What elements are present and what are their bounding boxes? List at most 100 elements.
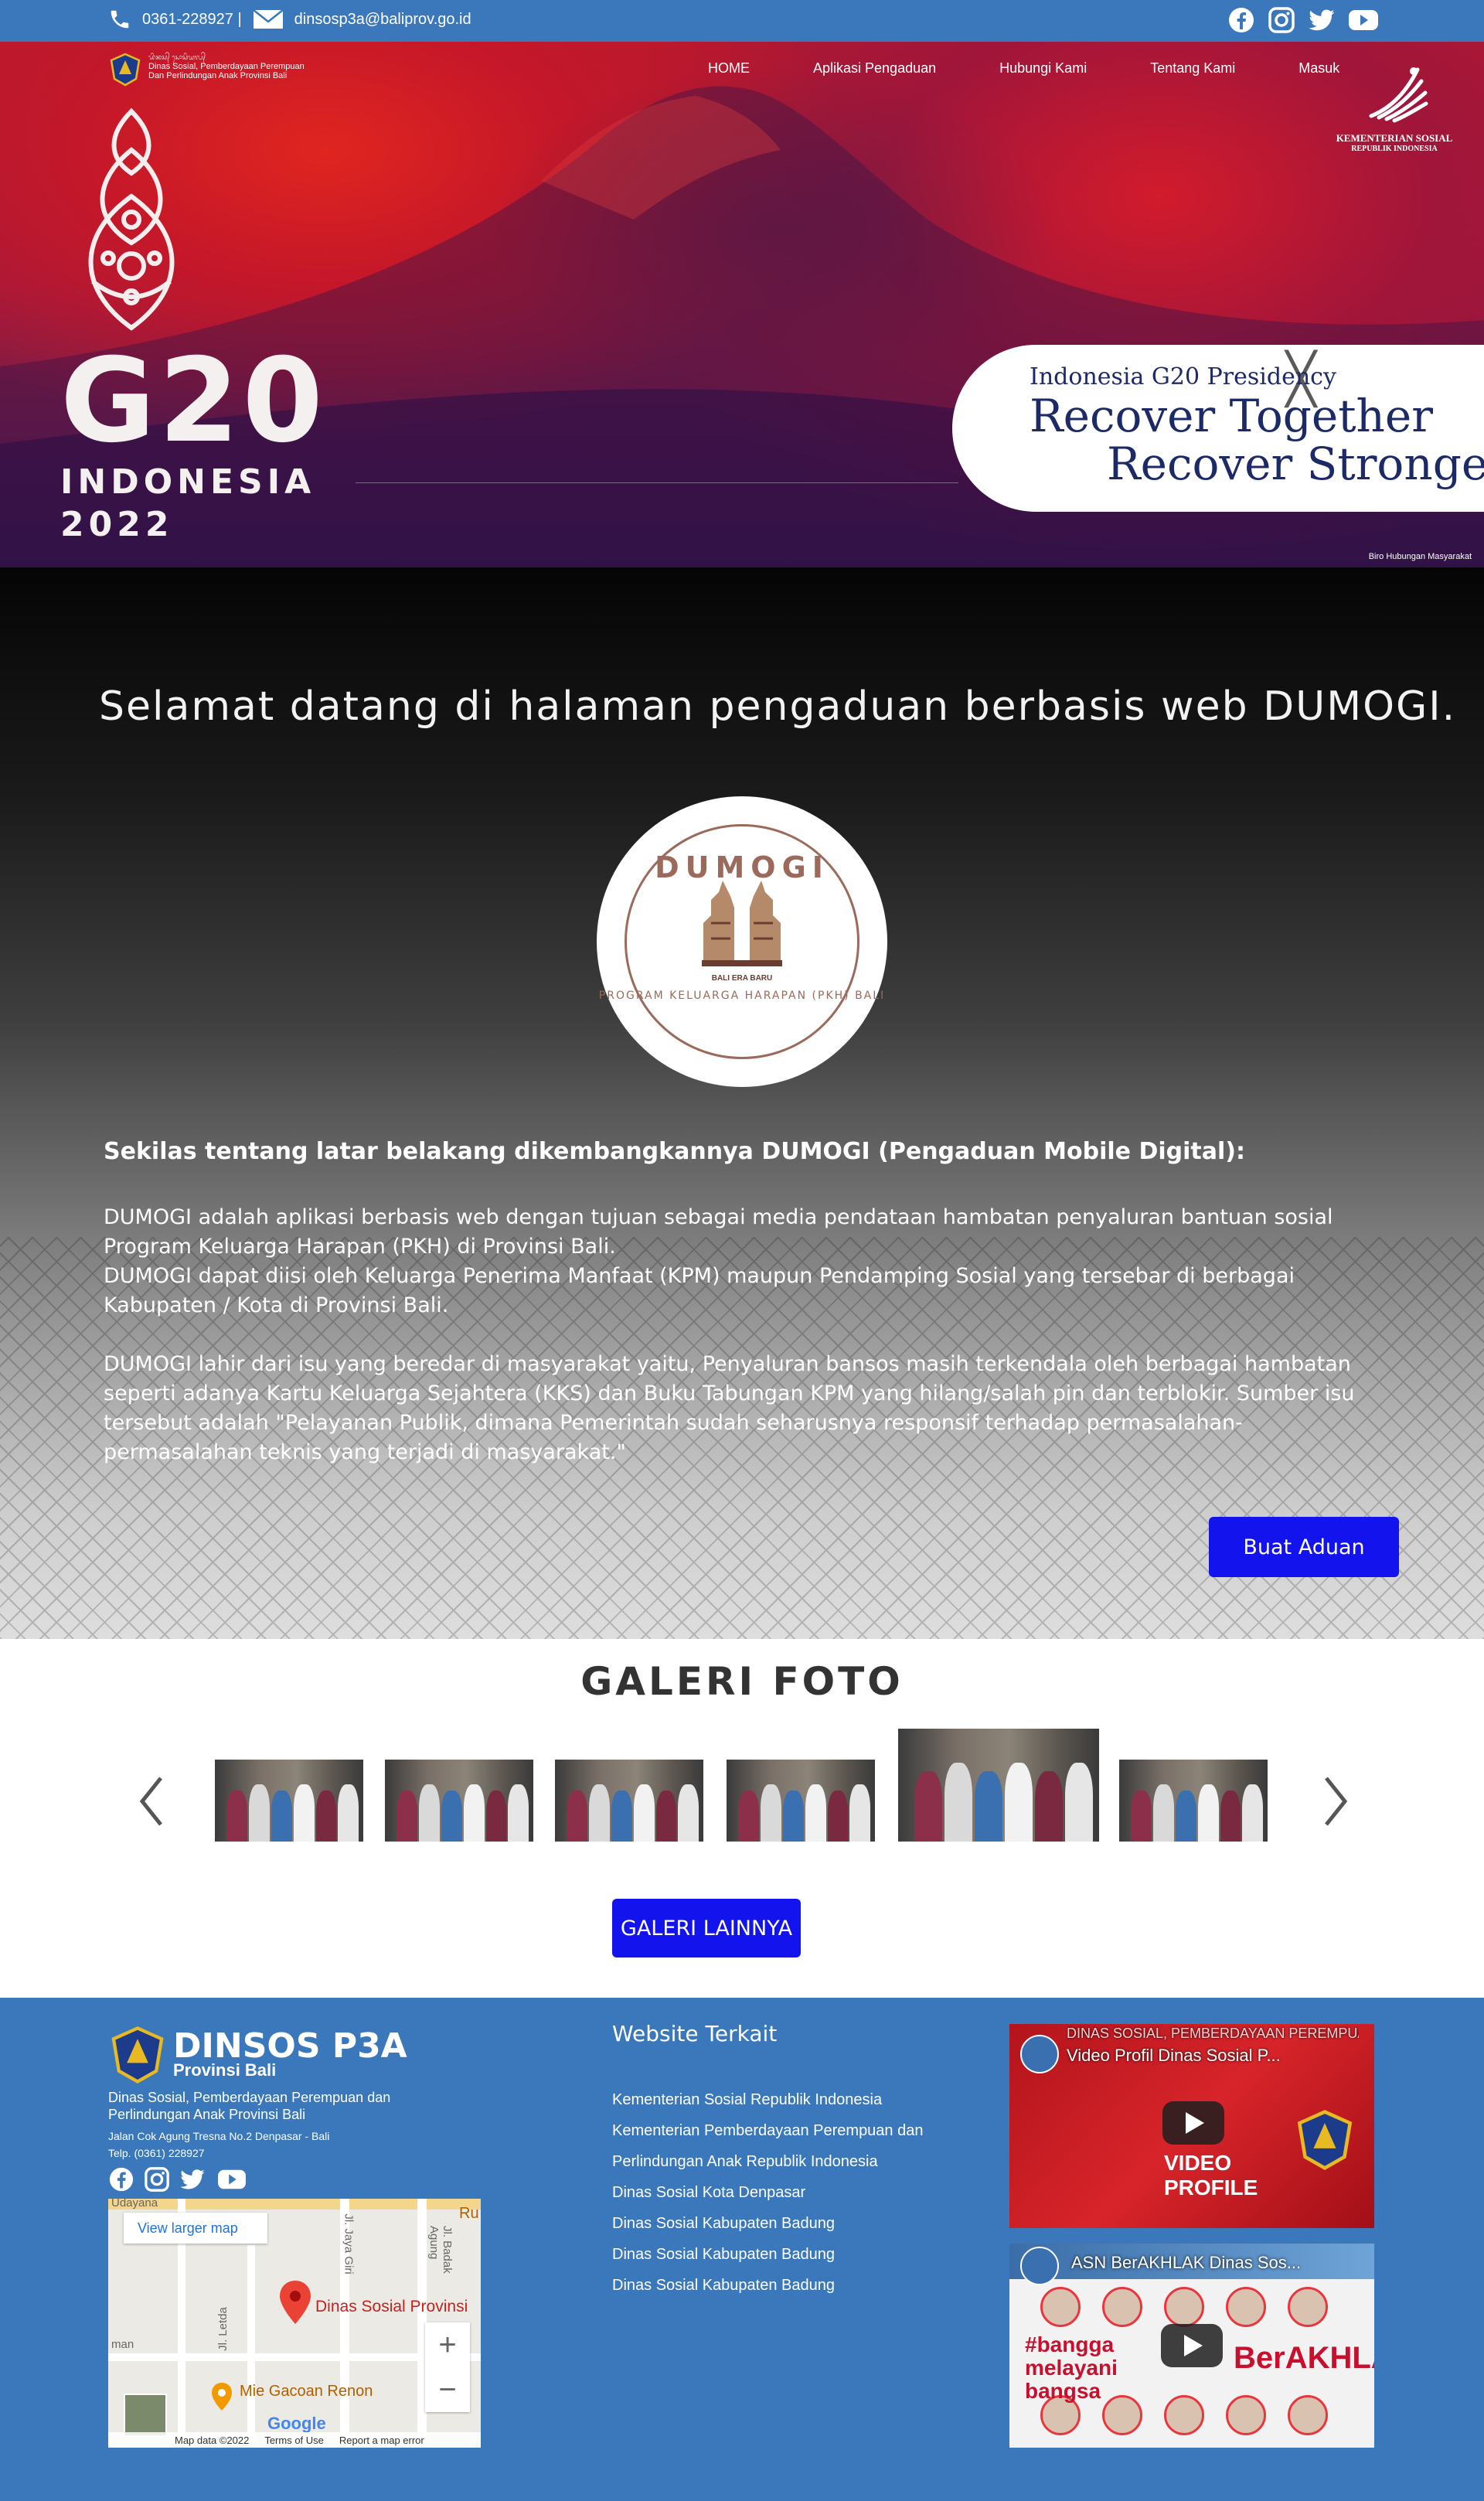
- gallery-person-figure: [849, 1784, 871, 1842]
- presidency-line3: Recover Stronger: [1107, 438, 1484, 490]
- gallery-photo-6[interactable]: [1119, 1760, 1268, 1842]
- facebook-icon[interactable]: [108, 2166, 134, 2193]
- google-map-embed[interactable]: Udayana man Ru Jl. Letda Jl. Jaya Giri J…: [108, 2199, 481, 2448]
- galeri-lainnya-button[interactable]: GALERI LAINNYA: [612, 1899, 801, 1958]
- kemensos-logo: KEMENTERIAN SOSIAL REPUBLIK INDONESIA: [1333, 62, 1456, 153]
- bali-crest-icon: [1297, 2110, 1353, 2170]
- gallery-next-arrow-icon[interactable]: [1312, 1770, 1359, 1832]
- map-place2-label: Mie Gacoan Renon: [240, 2383, 373, 2400]
- person-avatar: [1288, 2287, 1328, 2327]
- email-text[interactable]: dinsosp3a@baliprov.go.id: [294, 11, 471, 29]
- related-link-badung[interactable]: Dinas Sosial Kabupaten Badung: [612, 2239, 983, 2270]
- view-larger-map-link[interactable]: View larger map: [124, 2213, 267, 2244]
- dinas-header-logo[interactable]: ᬤᬶᬦᬲ᭄ ᬲᭀᬲᬶᬬᬮ᭄ Dinas Sosial, Pemberdayaan…: [108, 53, 305, 87]
- footer-social-links: [108, 2166, 249, 2193]
- instagram-icon[interactable]: [1268, 6, 1295, 34]
- kemensos-subtitle: REPUBLIK INDONESIA: [1351, 145, 1438, 153]
- video2-title: ASN BerAKHLAK Dinas Sos...: [1071, 2253, 1302, 2272]
- map-street-label: Jl. Badak Agung: [427, 2226, 454, 2274]
- map-attribution-bar: Map data ©2022 Terms of Use Report a map…: [108, 2432, 481, 2448]
- video-profile-embed[interactable]: DINAS SOSIAL, PEMBERDAYAAN PEREMPUAN DAN…: [1009, 2024, 1374, 2228]
- dumogi-logo-subtitle: PROGRAM KELUARGA HARAPAN (PKH) BALI: [598, 990, 886, 1002]
- gallery-person-figure: [271, 1791, 292, 1842]
- nav-hubungi-kami[interactable]: Hubungi Kami: [999, 60, 1087, 77]
- gallery-person-figure: [293, 1784, 315, 1842]
- gallery-person-figure: [611, 1791, 632, 1842]
- zoom-in-icon[interactable]: +: [425, 2322, 470, 2367]
- twitter-icon[interactable]: [179, 2166, 206, 2193]
- gallery-prev-arrow-icon[interactable]: [128, 1770, 175, 1832]
- presidency-line1: Indonesia G20 Presidency: [1030, 363, 1336, 390]
- gallery-person-figure: [441, 1791, 462, 1842]
- youtube-icon[interactable]: [1348, 6, 1378, 34]
- related-websites-title: Website Terkait: [612, 2021, 778, 2046]
- g20-title: G20: [60, 334, 326, 469]
- related-link-kemenpppa[interactable]: Kementerian Pemberdayaan Perempuan dan P…: [612, 2115, 983, 2177]
- gallery-person-figure: [397, 1791, 418, 1842]
- gallery-person-figure: [463, 1784, 485, 1842]
- nav-tentang-kami[interactable]: Tentang Kami: [1150, 60, 1235, 77]
- related-link-badung[interactable]: Dinas Sosial Kabupaten Badung: [612, 2270, 983, 2301]
- video2-caption: BerAKHLAK: [1234, 2341, 1374, 2375]
- g20-country: INDONESIA: [60, 462, 316, 502]
- presidency-line2: Recover Together: [1030, 390, 1433, 442]
- gallery-photo-3[interactable]: [555, 1760, 703, 1842]
- main-nav: HOME Aplikasi Pengaduan Hubungi Kami Ten…: [708, 60, 1339, 77]
- map-terms-link[interactable]: Terms of Use: [264, 2435, 324, 2446]
- play-button-icon[interactable]: [1162, 2101, 1224, 2145]
- person-avatar: [1164, 2287, 1204, 2327]
- gallery-person-figure: [226, 1791, 248, 1842]
- welcome-heading: Selamat datang di halaman pengaduan berb…: [99, 683, 1457, 730]
- instagram-icon[interactable]: [144, 2166, 170, 2193]
- gallery-photo-5[interactable]: [898, 1729, 1099, 1842]
- map-street-label: Jl. Jaya Giri: [342, 2213, 356, 2274]
- map-pin-icon[interactable]: [278, 2279, 312, 2326]
- video1-banner: DINAS SOSIAL, PEMBERDAYAAN PEREMPUAN DAN…: [1067, 2026, 1359, 2041]
- nav-aplikasi-pengaduan[interactable]: Aplikasi Pengaduan: [813, 60, 936, 77]
- gallery-person-figure: [1004, 1762, 1033, 1842]
- top-contact-bar: 0361-228927 | dinsosp3a@baliprov.go.id: [0, 0, 1484, 42]
- hero-credit: Biro Hubungan Masyarakat: [1368, 552, 1472, 561]
- play-button-icon[interactable]: [1161, 2324, 1223, 2367]
- bali-gate-icon: [702, 881, 782, 966]
- intro-paragraph-2: DUMOGI dapat diisi oleh Keluarga Penerim…: [104, 1264, 1295, 1317]
- dinas-logo-script: ᬤᬶᬦᬲ᭄ ᬲᭀᬲᬶᬬᬮ᭄: [148, 53, 206, 61]
- email-icon: [252, 8, 284, 31]
- gallery-photo-2[interactable]: [385, 1760, 533, 1842]
- footer-brand[interactable]: DINSOS P3A Provinsi Bali: [108, 2026, 407, 2084]
- gallery-person-figure: [589, 1784, 611, 1842]
- g20-presidency-badge: ╳ Indonesia G20 Presidency Recover Toget…: [952, 345, 1484, 512]
- youtube-icon[interactable]: [215, 2166, 249, 2193]
- google-logo: Google: [267, 2414, 326, 2433]
- gallery-person-figure: [419, 1784, 441, 1842]
- gallery-person-figure: [1242, 1784, 1264, 1842]
- footer-address-block: Jalan Cok Agung Tresna No.2 Denpasar - B…: [108, 2128, 329, 2162]
- video1-caption: VIDEO PROFILE: [1164, 2151, 1258, 2199]
- gallery-person-figure: [782, 1791, 804, 1842]
- twitter-icon[interactable]: [1308, 6, 1336, 34]
- channel-avatar: [1020, 2247, 1059, 2285]
- top-social-links: [1227, 6, 1378, 34]
- footer: DINSOS P3A Provinsi Bali Dinas Sosial, P…: [0, 1998, 1484, 2501]
- intro-section: Selamat datang di halaman pengaduan berb…: [0, 567, 1484, 1639]
- related-link-denpasar[interactable]: Dinas Sosial Kota Denpasar: [612, 2177, 983, 2208]
- map-street-label: man: [111, 2338, 134, 2351]
- gallery-person-figure: [974, 1771, 1003, 1842]
- zoom-out-icon[interactable]: −: [425, 2367, 470, 2412]
- video-berakhlak-embed[interactable]: ASN BerAKHLAK Dinas Sos... #bangga melay…: [1009, 2244, 1374, 2448]
- footer-brand-name: DINSOS P3A: [173, 2026, 407, 2066]
- gallery-photo-4[interactable]: [727, 1760, 875, 1842]
- map-report-link[interactable]: Report a map error: [339, 2435, 424, 2446]
- gallery-person-figure: [1064, 1762, 1094, 1842]
- gallery-photo-1[interactable]: [215, 1760, 363, 1842]
- related-link-kemensos[interactable]: Kementerian Sosial Republik Indonesia: [612, 2084, 983, 2115]
- map-satellite-toggle[interactable]: [124, 2394, 167, 2437]
- nav-home[interactable]: HOME: [708, 60, 750, 77]
- g20-logo-text: G20 INDONESIA 2022: [60, 343, 326, 544]
- buat-aduan-button[interactable]: Buat Aduan: [1209, 1517, 1399, 1577]
- dumogi-logo: DUMOGI BALI ERA BARU PROGRAM KELUARGA HA…: [597, 796, 887, 1087]
- related-link-badung[interactable]: Dinas Sosial Kabupaten Badung: [612, 2208, 983, 2239]
- gallery-section: GALERI FOTO GALERI LAINNYA: [0, 1639, 1484, 1998]
- facebook-icon[interactable]: [1227, 6, 1255, 34]
- map-road: [247, 2245, 255, 2448]
